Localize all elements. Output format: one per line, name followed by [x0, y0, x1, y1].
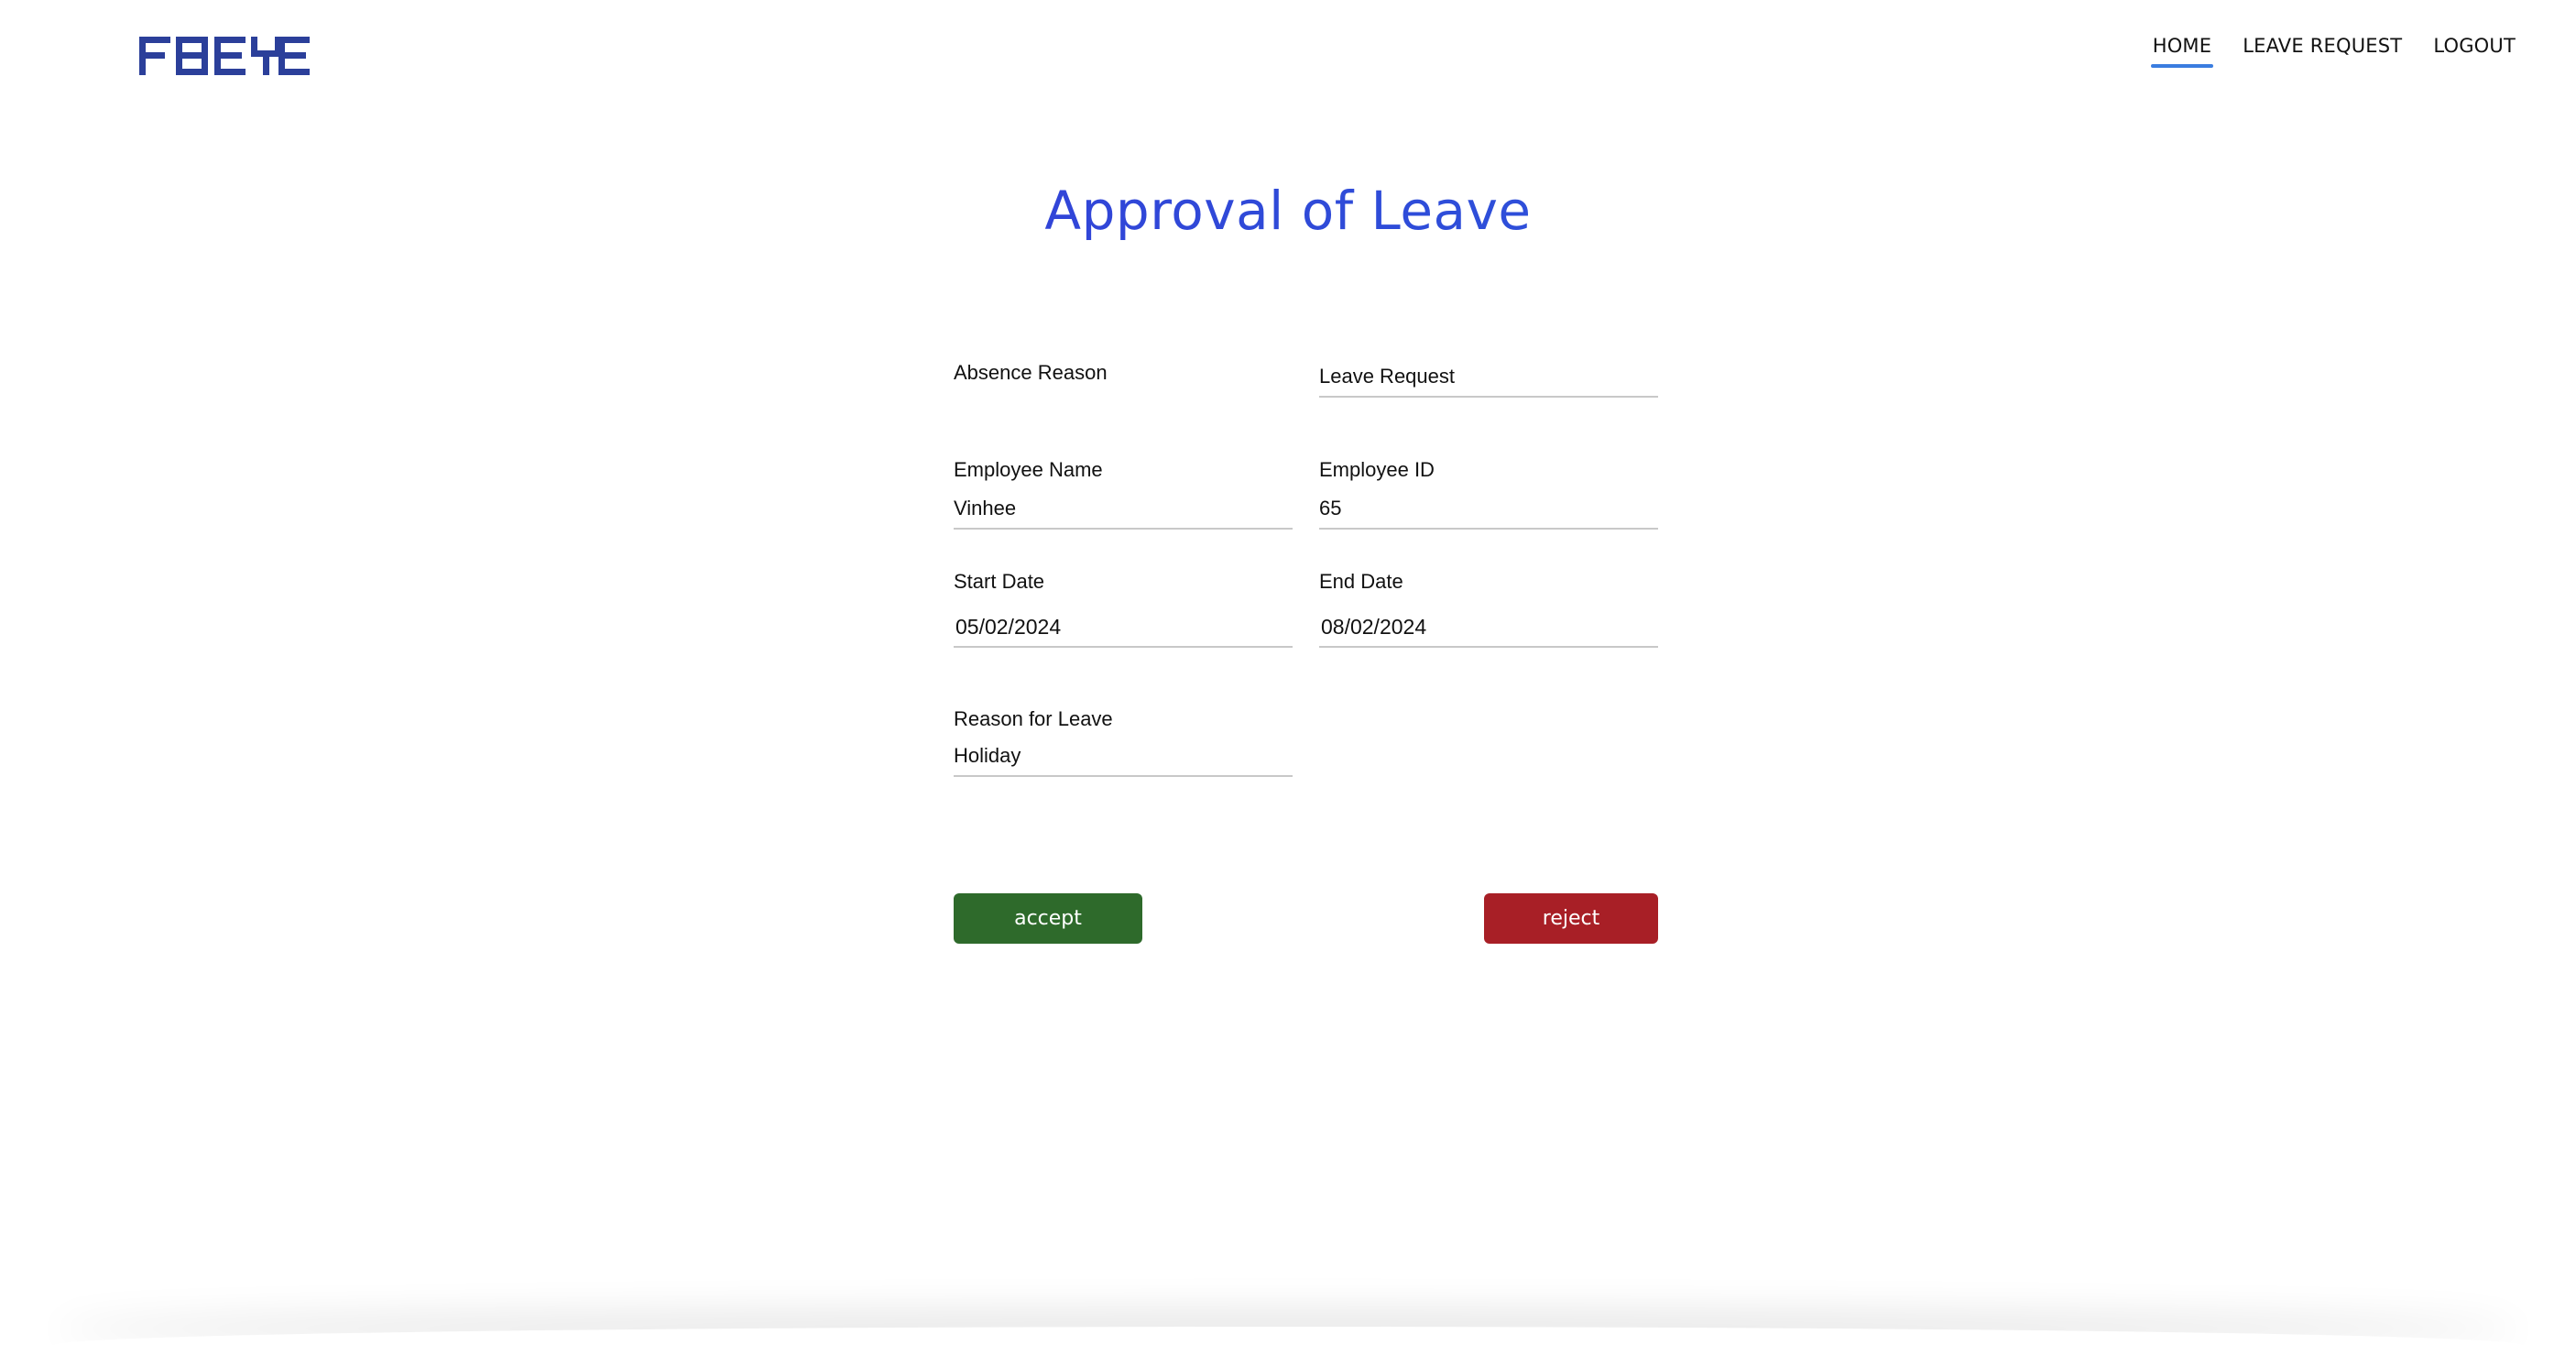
nav-home[interactable]: HOME [2150, 35, 2213, 68]
top-header: HOME LEAVE REQUEST LOGOUT [0, 0, 2576, 101]
brand-logo[interactable] [139, 37, 310, 75]
employee-id-field[interactable] [1319, 493, 1658, 530]
end-date-field[interactable] [1319, 611, 1658, 648]
start-date-label: Start Date [954, 570, 1045, 593]
employee-id-label: Employee ID [1319, 458, 1435, 481]
end-date-label: End Date [1319, 570, 1403, 593]
app-root: HOME LEAVE REQUEST LOGOUT Approval of Le… [0, 0, 2576, 1345]
fbeye-logo-icon [139, 37, 310, 75]
reject-button[interactable]: reject [1484, 893, 1658, 944]
absence-reason-label: Absence Reason [954, 361, 1108, 384]
nav-leave-request[interactable]: LEAVE REQUEST [2243, 35, 2402, 68]
employee-name-label: Employee Name [954, 458, 1103, 481]
accept-button[interactable]: accept [954, 893, 1142, 944]
main-nav: HOME LEAVE REQUEST LOGOUT [2150, 35, 2516, 68]
employee-name-field[interactable] [954, 493, 1293, 530]
start-date-field[interactable] [954, 611, 1293, 648]
page-title: Approval of Leave [0, 180, 2576, 242]
leave-request-field[interactable] [1319, 361, 1658, 398]
nav-logout[interactable]: LOGOUT [2433, 35, 2516, 68]
reason-for-leave-label: Reason for Leave [954, 707, 1113, 730]
footer-shadow [55, 1327, 2521, 1345]
reason-for-leave-field[interactable] [954, 740, 1293, 777]
